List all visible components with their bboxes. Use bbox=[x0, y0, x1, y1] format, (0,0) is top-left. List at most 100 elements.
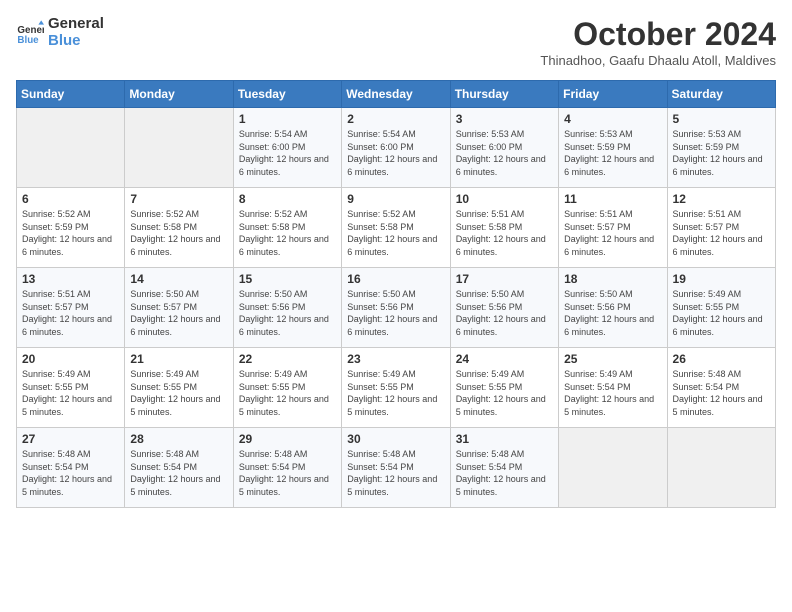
day-number: 22 bbox=[239, 352, 336, 366]
day-info: Sunrise: 5:53 AM Sunset: 5:59 PM Dayligh… bbox=[564, 128, 661, 178]
day-number: 13 bbox=[22, 272, 119, 286]
day-info: Sunrise: 5:54 AM Sunset: 6:00 PM Dayligh… bbox=[239, 128, 336, 178]
calendar-cell: 5Sunrise: 5:53 AM Sunset: 5:59 PM Daylig… bbox=[667, 108, 775, 188]
day-number: 11 bbox=[564, 192, 661, 206]
day-info: Sunrise: 5:51 AM Sunset: 5:58 PM Dayligh… bbox=[456, 208, 553, 258]
day-info: Sunrise: 5:50 AM Sunset: 5:57 PM Dayligh… bbox=[130, 288, 227, 338]
day-number: 12 bbox=[673, 192, 770, 206]
day-number: 8 bbox=[239, 192, 336, 206]
day-info: Sunrise: 5:48 AM Sunset: 5:54 PM Dayligh… bbox=[22, 448, 119, 498]
weekday-header: Thursday bbox=[450, 81, 558, 108]
calendar-cell bbox=[125, 108, 233, 188]
day-info: Sunrise: 5:53 AM Sunset: 6:00 PM Dayligh… bbox=[456, 128, 553, 178]
calendar-cell: 17 Sunrise: 5:50 AM Sunset: 5:56 PM Dayli… bbox=[450, 268, 558, 348]
day-number: 5 bbox=[673, 112, 770, 126]
calendar-cell: 13 Sunrise: 5:51 AM Sunset: 5:57 PM Dayli… bbox=[17, 268, 125, 348]
calendar-cell: 16 Sunrise: 5:50 AM Sunset: 5:56 PM Dayli… bbox=[342, 268, 450, 348]
calendar-cell: 24 Sunrise: 5:49 AM Sunset: 5:55 PM Dayli… bbox=[450, 348, 558, 428]
calendar-week-row: 6Sunrise: 5:52 AM Sunset: 5:59 PM Daylig… bbox=[17, 188, 776, 268]
calendar-body: 1 Sunrise: 5:54 AM Sunset: 6:00 PM Daylig… bbox=[17, 108, 776, 508]
calendar-cell: 18 Sunrise: 5:50 AM Sunset: 5:56 PM Dayli… bbox=[559, 268, 667, 348]
calendar-cell bbox=[17, 108, 125, 188]
day-info: Sunrise: 5:48 AM Sunset: 5:54 PM Dayligh… bbox=[130, 448, 227, 498]
page-header: General Blue General Blue October 2024 T… bbox=[16, 16, 776, 68]
day-info: Sunrise: 5:54 AM Sunset: 6:00 PM Dayligh… bbox=[347, 128, 444, 178]
calendar-cell: 23Sunrise: 5:49 AM Sunset: 5:55 PM Dayli… bbox=[342, 348, 450, 428]
location-subtitle: Thinadhoo, Gaafu Dhaalu Atoll, Maldives bbox=[540, 53, 776, 68]
day-number: 19 bbox=[673, 272, 770, 286]
calendar-cell bbox=[559, 428, 667, 508]
day-info: Sunrise: 5:52 AM Sunset: 5:58 PM Dayligh… bbox=[130, 208, 227, 258]
day-info: Sunrise: 5:50 AM Sunset: 5:56 PM Dayligh… bbox=[456, 288, 553, 338]
day-info: Sunrise: 5:51 AM Sunset: 5:57 PM Dayligh… bbox=[673, 208, 770, 258]
calendar-cell: 1 Sunrise: 5:54 AM Sunset: 6:00 PM Daylig… bbox=[233, 108, 341, 188]
calendar-cell: 2 Sunrise: 5:54 AM Sunset: 6:00 PM Daylig… bbox=[342, 108, 450, 188]
day-info: Sunrise: 5:48 AM Sunset: 5:54 PM Dayligh… bbox=[239, 448, 336, 498]
calendar-week-row: 20Sunrise: 5:49 AM Sunset: 5:55 PM Dayli… bbox=[17, 348, 776, 428]
day-info: Sunrise: 5:52 AM Sunset: 5:58 PM Dayligh… bbox=[347, 208, 444, 258]
day-info: Sunrise: 5:49 AM Sunset: 5:55 PM Dayligh… bbox=[347, 368, 444, 418]
day-number: 4 bbox=[564, 112, 661, 126]
calendar-cell: 3 Sunrise: 5:53 AM Sunset: 6:00 PM Daylig… bbox=[450, 108, 558, 188]
calendar-cell: 10Sunrise: 5:51 AM Sunset: 5:58 PM Dayli… bbox=[450, 188, 558, 268]
day-info: Sunrise: 5:50 AM Sunset: 5:56 PM Dayligh… bbox=[347, 288, 444, 338]
calendar-cell: 25Sunrise: 5:49 AM Sunset: 5:54 PM Dayli… bbox=[559, 348, 667, 428]
calendar-cell: 22 Sunrise: 5:49 AM Sunset: 5:55 PM Dayli… bbox=[233, 348, 341, 428]
weekday-header: Sunday bbox=[17, 81, 125, 108]
calendar-cell: 21Sunrise: 5:49 AM Sunset: 5:55 PM Dayli… bbox=[125, 348, 233, 428]
day-info: Sunrise: 5:49 AM Sunset: 5:55 PM Dayligh… bbox=[239, 368, 336, 418]
day-info: Sunrise: 5:50 AM Sunset: 5:56 PM Dayligh… bbox=[564, 288, 661, 338]
day-number: 9 bbox=[347, 192, 444, 206]
logo-line1: General bbox=[48, 16, 104, 33]
day-number: 1 bbox=[239, 112, 336, 126]
day-info: Sunrise: 5:49 AM Sunset: 5:54 PM Dayligh… bbox=[564, 368, 661, 418]
calendar-header-row: SundayMondayTuesdayWednesdayThursdayFrid… bbox=[17, 81, 776, 108]
calendar-cell: 27 Sunrise: 5:48 AM Sunset: 5:54 PM Dayli… bbox=[17, 428, 125, 508]
day-info: Sunrise: 5:49 AM Sunset: 5:55 PM Dayligh… bbox=[673, 288, 770, 338]
calendar-cell: 28 Sunrise: 5:48 AM Sunset: 5:54 PM Dayli… bbox=[125, 428, 233, 508]
calendar-cell: 30 Sunrise: 5:48 AM Sunset: 5:54 PM Dayli… bbox=[342, 428, 450, 508]
calendar-cell: 29Sunrise: 5:48 AM Sunset: 5:54 PM Dayli… bbox=[233, 428, 341, 508]
logo: General Blue General Blue bbox=[16, 16, 104, 49]
day-number: 16 bbox=[347, 272, 444, 286]
calendar-table: SundayMondayTuesdayWednesdayThursdayFrid… bbox=[16, 80, 776, 508]
calendar-cell: 19 Sunrise: 5:49 AM Sunset: 5:55 PM Dayli… bbox=[667, 268, 775, 348]
weekday-header: Tuesday bbox=[233, 81, 341, 108]
day-number: 21 bbox=[130, 352, 227, 366]
day-number: 24 bbox=[456, 352, 553, 366]
calendar-cell: 15Sunrise: 5:50 AM Sunset: 5:56 PM Dayli… bbox=[233, 268, 341, 348]
calendar-cell: 20Sunrise: 5:49 AM Sunset: 5:55 PM Dayli… bbox=[17, 348, 125, 428]
weekday-header: Saturday bbox=[667, 81, 775, 108]
calendar-cell: 9 Sunrise: 5:52 AM Sunset: 5:58 PM Daylig… bbox=[342, 188, 450, 268]
day-number: 14 bbox=[130, 272, 227, 286]
day-info: Sunrise: 5:50 AM Sunset: 5:56 PM Dayligh… bbox=[239, 288, 336, 338]
calendar-cell: 11 Sunrise: 5:51 AM Sunset: 5:57 PM Dayli… bbox=[559, 188, 667, 268]
day-number: 30 bbox=[347, 432, 444, 446]
day-number: 2 bbox=[347, 112, 444, 126]
day-number: 3 bbox=[456, 112, 553, 126]
day-info: Sunrise: 5:51 AM Sunset: 5:57 PM Dayligh… bbox=[564, 208, 661, 258]
day-info: Sunrise: 5:48 AM Sunset: 5:54 PM Dayligh… bbox=[456, 448, 553, 498]
day-number: 26 bbox=[673, 352, 770, 366]
day-info: Sunrise: 5:49 AM Sunset: 5:55 PM Dayligh… bbox=[22, 368, 119, 418]
day-info: Sunrise: 5:49 AM Sunset: 5:55 PM Dayligh… bbox=[456, 368, 553, 418]
logo-line2: Blue bbox=[48, 33, 104, 50]
day-number: 31 bbox=[456, 432, 553, 446]
calendar-week-row: 27 Sunrise: 5:48 AM Sunset: 5:54 PM Dayli… bbox=[17, 428, 776, 508]
calendar-cell: 31 Sunrise: 5:48 AM Sunset: 5:54 PM Dayli… bbox=[450, 428, 558, 508]
logo-icon: General Blue bbox=[16, 19, 44, 47]
day-number: 27 bbox=[22, 432, 119, 446]
day-number: 28 bbox=[130, 432, 227, 446]
day-number: 18 bbox=[564, 272, 661, 286]
calendar-week-row: 13 Sunrise: 5:51 AM Sunset: 5:57 PM Dayli… bbox=[17, 268, 776, 348]
day-info: Sunrise: 5:51 AM Sunset: 5:57 PM Dayligh… bbox=[22, 288, 119, 338]
day-info: Sunrise: 5:48 AM Sunset: 5:54 PM Dayligh… bbox=[347, 448, 444, 498]
day-number: 7 bbox=[130, 192, 227, 206]
calendar-cell: 26Sunrise: 5:48 AM Sunset: 5:54 PM Dayli… bbox=[667, 348, 775, 428]
weekday-header: Monday bbox=[125, 81, 233, 108]
weekday-header: Friday bbox=[559, 81, 667, 108]
title-block: October 2024 Thinadhoo, Gaafu Dhaalu Ato… bbox=[540, 16, 776, 68]
weekday-header: Wednesday bbox=[342, 81, 450, 108]
day-number: 17 bbox=[456, 272, 553, 286]
calendar-week-row: 1 Sunrise: 5:54 AM Sunset: 6:00 PM Daylig… bbox=[17, 108, 776, 188]
